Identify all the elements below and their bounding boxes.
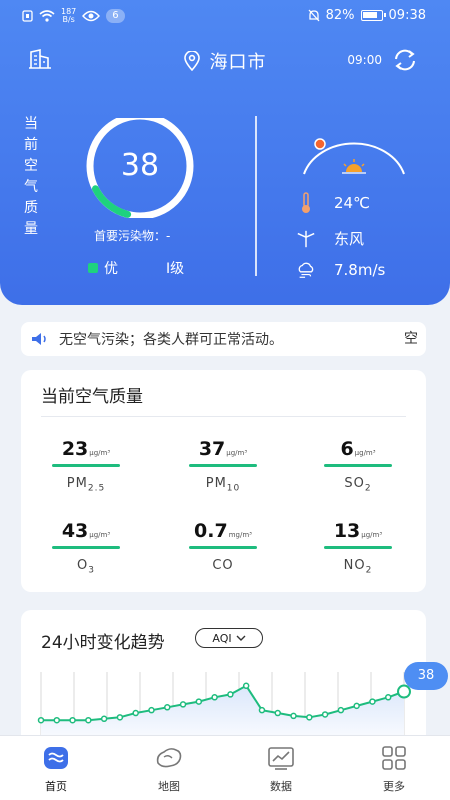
cloud-wind-icon (298, 262, 314, 278)
trend-point (100, 715, 108, 723)
trend-point (369, 698, 376, 705)
primary-pollutant: 首要污染物：- (94, 229, 171, 243)
temperature-row: 24℃ (296, 192, 370, 214)
aqi-value: 38 (120, 148, 160, 183)
thermometer-icon (302, 192, 310, 213)
metric-co[interactable]: 0.7mg/m³ CO (173, 520, 273, 576)
notice-text: 无空气污染；各类人群可正常活动。 (59, 332, 283, 348)
trend-point (116, 714, 124, 721)
top-nav: 海口市 09:00 (0, 44, 450, 78)
clock: 09:38 (388, 8, 426, 23)
wind-direction-row: 东风 (296, 228, 364, 249)
sun-arc-icon (303, 138, 405, 175)
wind-speed: 7.8m/s (334, 261, 386, 279)
grid-more-icon (382, 746, 406, 770)
metric-underline (324, 464, 392, 467)
metric-so2[interactable]: 6μg/m³ SO2 (308, 438, 408, 494)
level-text: 优 (104, 261, 118, 277)
trend-point (242, 682, 250, 690)
nav-more[interactable]: 更多 (354, 744, 434, 794)
aqi-level: 优 I级 (88, 258, 184, 278)
trend-point (353, 702, 360, 710)
wind-speed-row: 7.8m/s (296, 260, 385, 280)
temperature-value: 24℃ (334, 194, 370, 212)
nav-map[interactable]: 地图 (129, 744, 209, 794)
gauge-fill (92, 185, 132, 218)
location-pin-icon (183, 51, 200, 71)
metric-no2[interactable]: 13μg/m³ NO2 (308, 520, 408, 576)
update-time: 09:00 (347, 53, 382, 67)
nav-data[interactable]: 数据 (241, 744, 321, 794)
sim-icon (22, 10, 33, 22)
windmill-icon (297, 230, 315, 247)
current-aqi-bubble: 38 (404, 662, 448, 690)
metric-underline (52, 464, 120, 467)
trend-point (164, 704, 171, 711)
chevron-down-icon (236, 635, 246, 641)
trend-point (274, 709, 281, 717)
mute-bell-icon (308, 9, 320, 22)
wind-direction: 东风 (334, 230, 365, 248)
notice-overflow-text: 空 (404, 331, 418, 347)
aqi-selector[interactable]: AQI (195, 628, 263, 648)
home-wave-icon (44, 747, 68, 769)
map-icon (156, 748, 182, 768)
trend-current-point (397, 684, 411, 699)
speaker-icon (32, 333, 46, 345)
trend-point (179, 701, 187, 708)
net-speed: 187 B/s (61, 7, 77, 24)
card-separator (41, 416, 406, 417)
level-dot (88, 263, 98, 273)
metric-o3[interactable]: 43μg/m³ O3 (36, 520, 136, 576)
trend-point (306, 714, 313, 721)
wifi-icon (39, 10, 55, 22)
metric-underline (52, 546, 120, 549)
aqi-selector-label: AQI (212, 631, 232, 645)
metric-underline (324, 546, 392, 549)
trend-point (290, 712, 297, 720)
aq-label: 当前空气质量 (24, 116, 38, 237)
notice-bar[interactable]: 无空气污染；各类人群可正常活动。 空 (21, 322, 426, 356)
trend-title: 24小时变化趋势 (41, 633, 165, 653)
trend-point (132, 709, 139, 717)
trend-card: 24小时变化趋势 AQI (21, 610, 426, 750)
status-bar: 187 B/s 6 82% 09:38 (0, 0, 450, 32)
metric-underline (189, 546, 257, 549)
eye-icon (82, 10, 101, 22)
trend-point (227, 691, 234, 698)
trend-point (195, 698, 203, 705)
refresh-icon[interactable] (392, 48, 418, 72)
header-divider (255, 116, 257, 276)
trend-point (85, 716, 92, 724)
bottom-nav: 首页 地图 数据 更多 (0, 735, 450, 800)
trend-point (258, 706, 266, 714)
trend-point (37, 716, 45, 724)
trend-point (321, 711, 329, 718)
trend-point (337, 706, 345, 714)
city-name: 海口市 (209, 52, 267, 73)
header-panel: 187 B/s 6 82% 09:38 海口市 09:00 当 前 空 气 质 … (0, 0, 450, 305)
current-aq-card: 当前空气质量 23μg/m³ PM2.5 37μg/m³ PM10 6μg/m³… (21, 370, 426, 592)
city-selector[interactable]: 海口市 (0, 48, 450, 76)
trend-point (211, 694, 218, 701)
battery-icon (360, 10, 386, 21)
trend-point (53, 716, 61, 724)
trend-point (148, 706, 155, 714)
notification-badge: 6 (106, 9, 125, 23)
metric-underline (189, 464, 257, 467)
data-chart-icon (268, 747, 294, 770)
nav-home[interactable]: 首页 (16, 744, 96, 794)
battery-percent: 82% (325, 8, 355, 23)
trend-point (384, 694, 392, 701)
metric-pm10[interactable]: 37μg/m³ PM10 (173, 438, 273, 494)
level-grade: I级 (166, 261, 185, 277)
trend-point (69, 716, 76, 724)
metric-pm25[interactable]: 23μg/m³ PM2.5 (36, 438, 136, 494)
current-aq-title: 当前空气质量 (41, 387, 143, 407)
